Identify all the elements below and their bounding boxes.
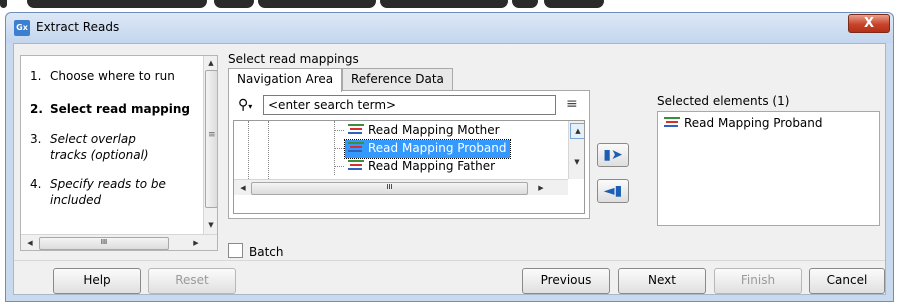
- navigation-area-panel: ⚲▾ <enter search term> ≡ Read Mapping Mo…: [228, 90, 590, 219]
- scroll-thumb[interactable]: III: [39, 237, 169, 250]
- step-label: Select read mapping: [50, 102, 191, 116]
- help-button[interactable]: Help: [53, 268, 141, 294]
- grip-icon: III: [386, 183, 393, 191]
- filter-icon[interactable]: ≡: [566, 96, 578, 112]
- close-icon: X: [863, 16, 875, 31]
- batch-checkbox[interactable]: Batch: [228, 243, 284, 259]
- scroll-down-arrow-icon[interactable]: ▼: [204, 218, 217, 232]
- scroll-left-arrow-icon[interactable]: ◀: [23, 236, 37, 250]
- next-button[interactable]: Next: [618, 268, 706, 294]
- steps-vertical-scrollbar[interactable]: ▲ ≡ ▼: [203, 56, 217, 234]
- read-mapping-icon: [348, 159, 364, 171]
- scroll-right-arrow-icon[interactable]: ▶: [534, 181, 548, 195]
- selected-item-read-mapping-proband[interactable]: Read Mapping Proband: [664, 115, 823, 131]
- wizard-steps-panel: 1. Choose where to run 2. Select read ma…: [20, 55, 218, 251]
- tree-item-read-mapping-proband[interactable]: Read Mapping Proband: [344, 139, 511, 159]
- tree-vertical-scrollbar[interactable]: ▲ ▼: [568, 121, 584, 179]
- scroll-thumb[interactable]: ≡: [205, 70, 217, 208]
- scroll-left-arrow-icon[interactable]: ◀: [236, 181, 250, 195]
- location-tabs: Navigation Area Reference Data: [228, 68, 668, 92]
- close-button[interactable]: X: [848, 14, 890, 33]
- selected-elements-list[interactable]: Read Mapping Proband: [657, 111, 880, 226]
- tree-item-read-mapping-mother[interactable]: Read Mapping Mother: [345, 122, 503, 140]
- scroll-right-arrow-icon[interactable]: ▶: [189, 236, 203, 250]
- title-bar[interactable]: Gx Extract Reads X: [6, 13, 893, 43]
- tab-reference-data[interactable]: Reference Data: [342, 68, 453, 91]
- navigation-tree[interactable]: Read Mapping Mother Read Mapping Proband…: [233, 120, 585, 214]
- reset-button[interactable]: Reset: [148, 268, 236, 294]
- step-label: Choose where to run: [50, 69, 175, 83]
- cropped-caption-strip: [0, 0, 899, 12]
- grip-icon: ≡: [208, 130, 216, 140]
- tree-horizontal-scrollbar[interactable]: ◀ III ▶: [234, 179, 568, 195]
- tree-item-read-mapping-father[interactable]: Read Mapping Father: [345, 158, 498, 176]
- search-input[interactable]: <enter search term>: [263, 95, 556, 115]
- window-title: Extract Reads: [36, 20, 120, 34]
- scroll-up-arrow-icon[interactable]: ▲: [204, 56, 217, 70]
- dialog-body: 1. Choose where to run 2. Select read ma…: [13, 43, 886, 295]
- previous-button[interactable]: Previous: [522, 268, 610, 294]
- read-mapping-icon: [664, 116, 680, 128]
- scroll-down-arrow-icon[interactable]: ▼: [570, 155, 584, 169]
- read-mapping-icon: [348, 141, 364, 153]
- section-title: Select read mappings: [228, 52, 359, 66]
- read-mapping-icon: [348, 123, 364, 135]
- arrow-right-icon: ▮➤: [603, 147, 623, 163]
- scroll-thumb[interactable]: III: [251, 182, 528, 195]
- finish-button[interactable]: Finish: [714, 268, 802, 294]
- scroll-up-arrow-icon[interactable]: ▲: [570, 123, 584, 139]
- checkbox-box[interactable]: [228, 243, 243, 258]
- steps-horizontal-scrollbar[interactable]: ◀ III ▶: [21, 234, 217, 250]
- step-label: Select overlap tracks (optional): [50, 132, 149, 162]
- arrow-left-icon: ◄▮: [603, 183, 623, 199]
- remove-from-selection-button[interactable]: ◄▮: [597, 179, 629, 203]
- grip-icon: III: [100, 238, 108, 246]
- step-label: Specify reads to be included: [50, 177, 166, 207]
- selected-elements-label: Selected elements (1): [657, 94, 790, 108]
- extract-reads-dialog: Gx Extract Reads X 1. Choose where to ru…: [5, 12, 894, 302]
- app-logo-icon: Gx: [14, 20, 30, 36]
- add-to-selection-button[interactable]: ▮➤: [597, 143, 629, 167]
- footer-divider: [14, 260, 885, 261]
- tab-navigation-area[interactable]: Navigation Area: [228, 68, 343, 92]
- cancel-button[interactable]: Cancel: [809, 268, 885, 294]
- batch-label: Batch: [249, 245, 284, 259]
- search-icon[interactable]: ⚲▾: [238, 97, 252, 113]
